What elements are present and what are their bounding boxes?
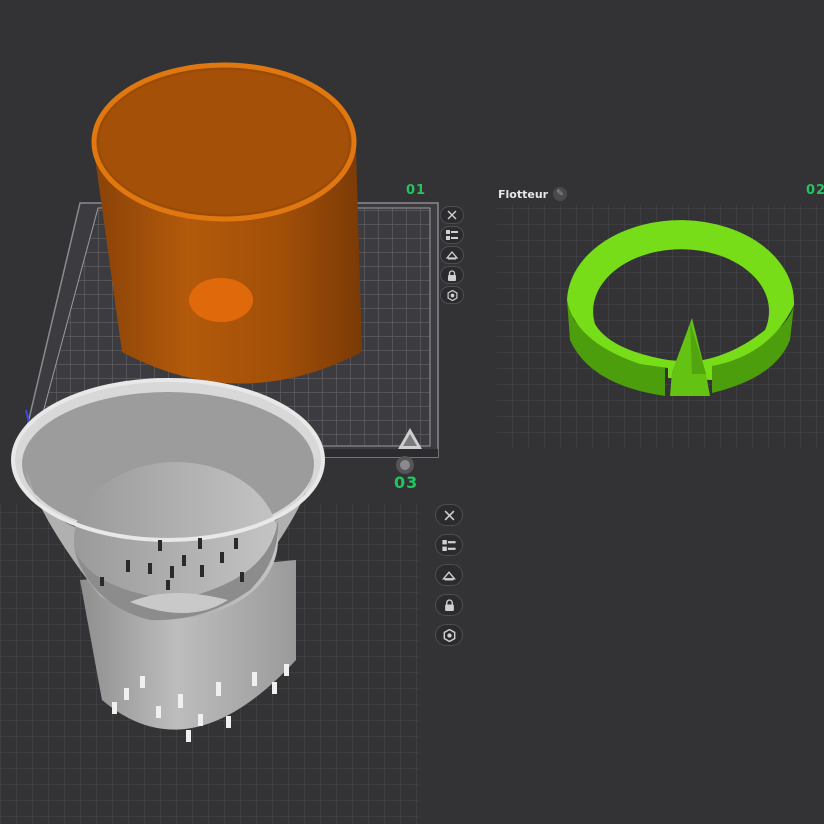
remove-plate-button[interactable] — [435, 504, 463, 526]
plate-03-toolbar — [435, 504, 463, 646]
plate-01-toolbar — [440, 206, 464, 304]
lock-icon — [444, 599, 454, 611]
lock-plate-button[interactable] — [435, 594, 463, 616]
3d-viewport[interactable] — [0, 0, 824, 824]
plate-settings-icon — [447, 289, 457, 301]
plate-settings-button[interactable] — [435, 624, 463, 646]
lock-icon — [448, 269, 456, 281]
arrange-icon — [442, 539, 456, 551]
remove-plate-button[interactable] — [440, 206, 464, 224]
auto-orient-button[interactable] — [440, 246, 464, 264]
plate-name-02[interactable]: Flotteur ✎ — [498, 187, 568, 201]
plate-settings-button[interactable] — [440, 286, 464, 304]
texture-swap-icon[interactable] — [396, 456, 414, 474]
auto-orient-button[interactable] — [435, 564, 463, 586]
arrange-button[interactable] — [435, 534, 463, 556]
auto-orient-icon — [442, 570, 456, 580]
plate-number-01: 01 — [406, 183, 427, 198]
close-icon — [447, 210, 457, 220]
arrange-icon — [446, 230, 458, 240]
plate-number-03: 03 — [394, 473, 419, 492]
arrange-button[interactable] — [440, 226, 464, 244]
plate-name-label: Flotteur — [498, 187, 549, 201]
edit-name-icon[interactable]: ✎ — [553, 187, 568, 201]
orange-pot-model[interactable] — [91, 62, 362, 384]
plate-number-02: 02 — [806, 183, 824, 198]
close-icon — [444, 510, 454, 520]
auto-orient-icon — [446, 250, 458, 260]
plate-settings-icon — [443, 628, 455, 642]
lock-plate-button[interactable] — [440, 266, 464, 284]
